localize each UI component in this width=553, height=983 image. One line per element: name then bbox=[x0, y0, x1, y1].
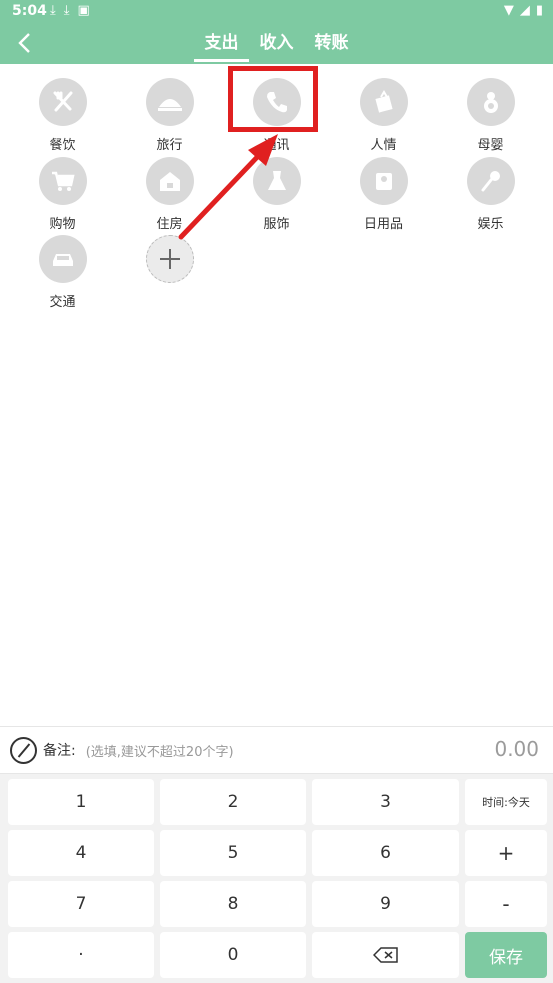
key-3[interactable]: 3 bbox=[312, 779, 459, 825]
key-0[interactable]: 0 bbox=[160, 932, 306, 978]
key-7[interactable]: 7 bbox=[8, 881, 154, 927]
key-dot[interactable]: · bbox=[8, 932, 154, 978]
key-5[interactable]: 5 bbox=[160, 830, 306, 876]
key-6[interactable]: 6 bbox=[312, 830, 459, 876]
minus-key[interactable]: - bbox=[465, 881, 547, 927]
key-4[interactable]: 4 bbox=[8, 830, 154, 876]
backspace-icon bbox=[372, 947, 398, 963]
key-9[interactable]: 9 bbox=[312, 881, 459, 927]
key-1[interactable]: 1 bbox=[8, 779, 154, 825]
no-symbol-icon[interactable] bbox=[10, 736, 37, 764]
note-row: 备注: (选填,建议不超过20个字) 0.00 bbox=[0, 726, 553, 774]
plus-key[interactable]: + bbox=[465, 830, 547, 876]
numeric-keypad: 1 2 3 时间:今天 4 5 6 + 7 8 9 - · 0 保存 bbox=[0, 774, 553, 983]
annotation-arrow bbox=[178, 134, 278, 240]
note-input[interactable]: (选填,建议不超过20个字) bbox=[86, 741, 234, 760]
amount-display: 0.00 bbox=[494, 737, 539, 761]
backspace-key[interactable] bbox=[312, 932, 459, 978]
save-button[interactable]: 保存 bbox=[465, 932, 547, 978]
key-8[interactable]: 8 bbox=[160, 881, 306, 927]
date-picker-button[interactable]: 时间:今天 bbox=[465, 779, 547, 825]
key-2[interactable]: 2 bbox=[160, 779, 306, 825]
note-label: 备注: bbox=[43, 743, 76, 759]
